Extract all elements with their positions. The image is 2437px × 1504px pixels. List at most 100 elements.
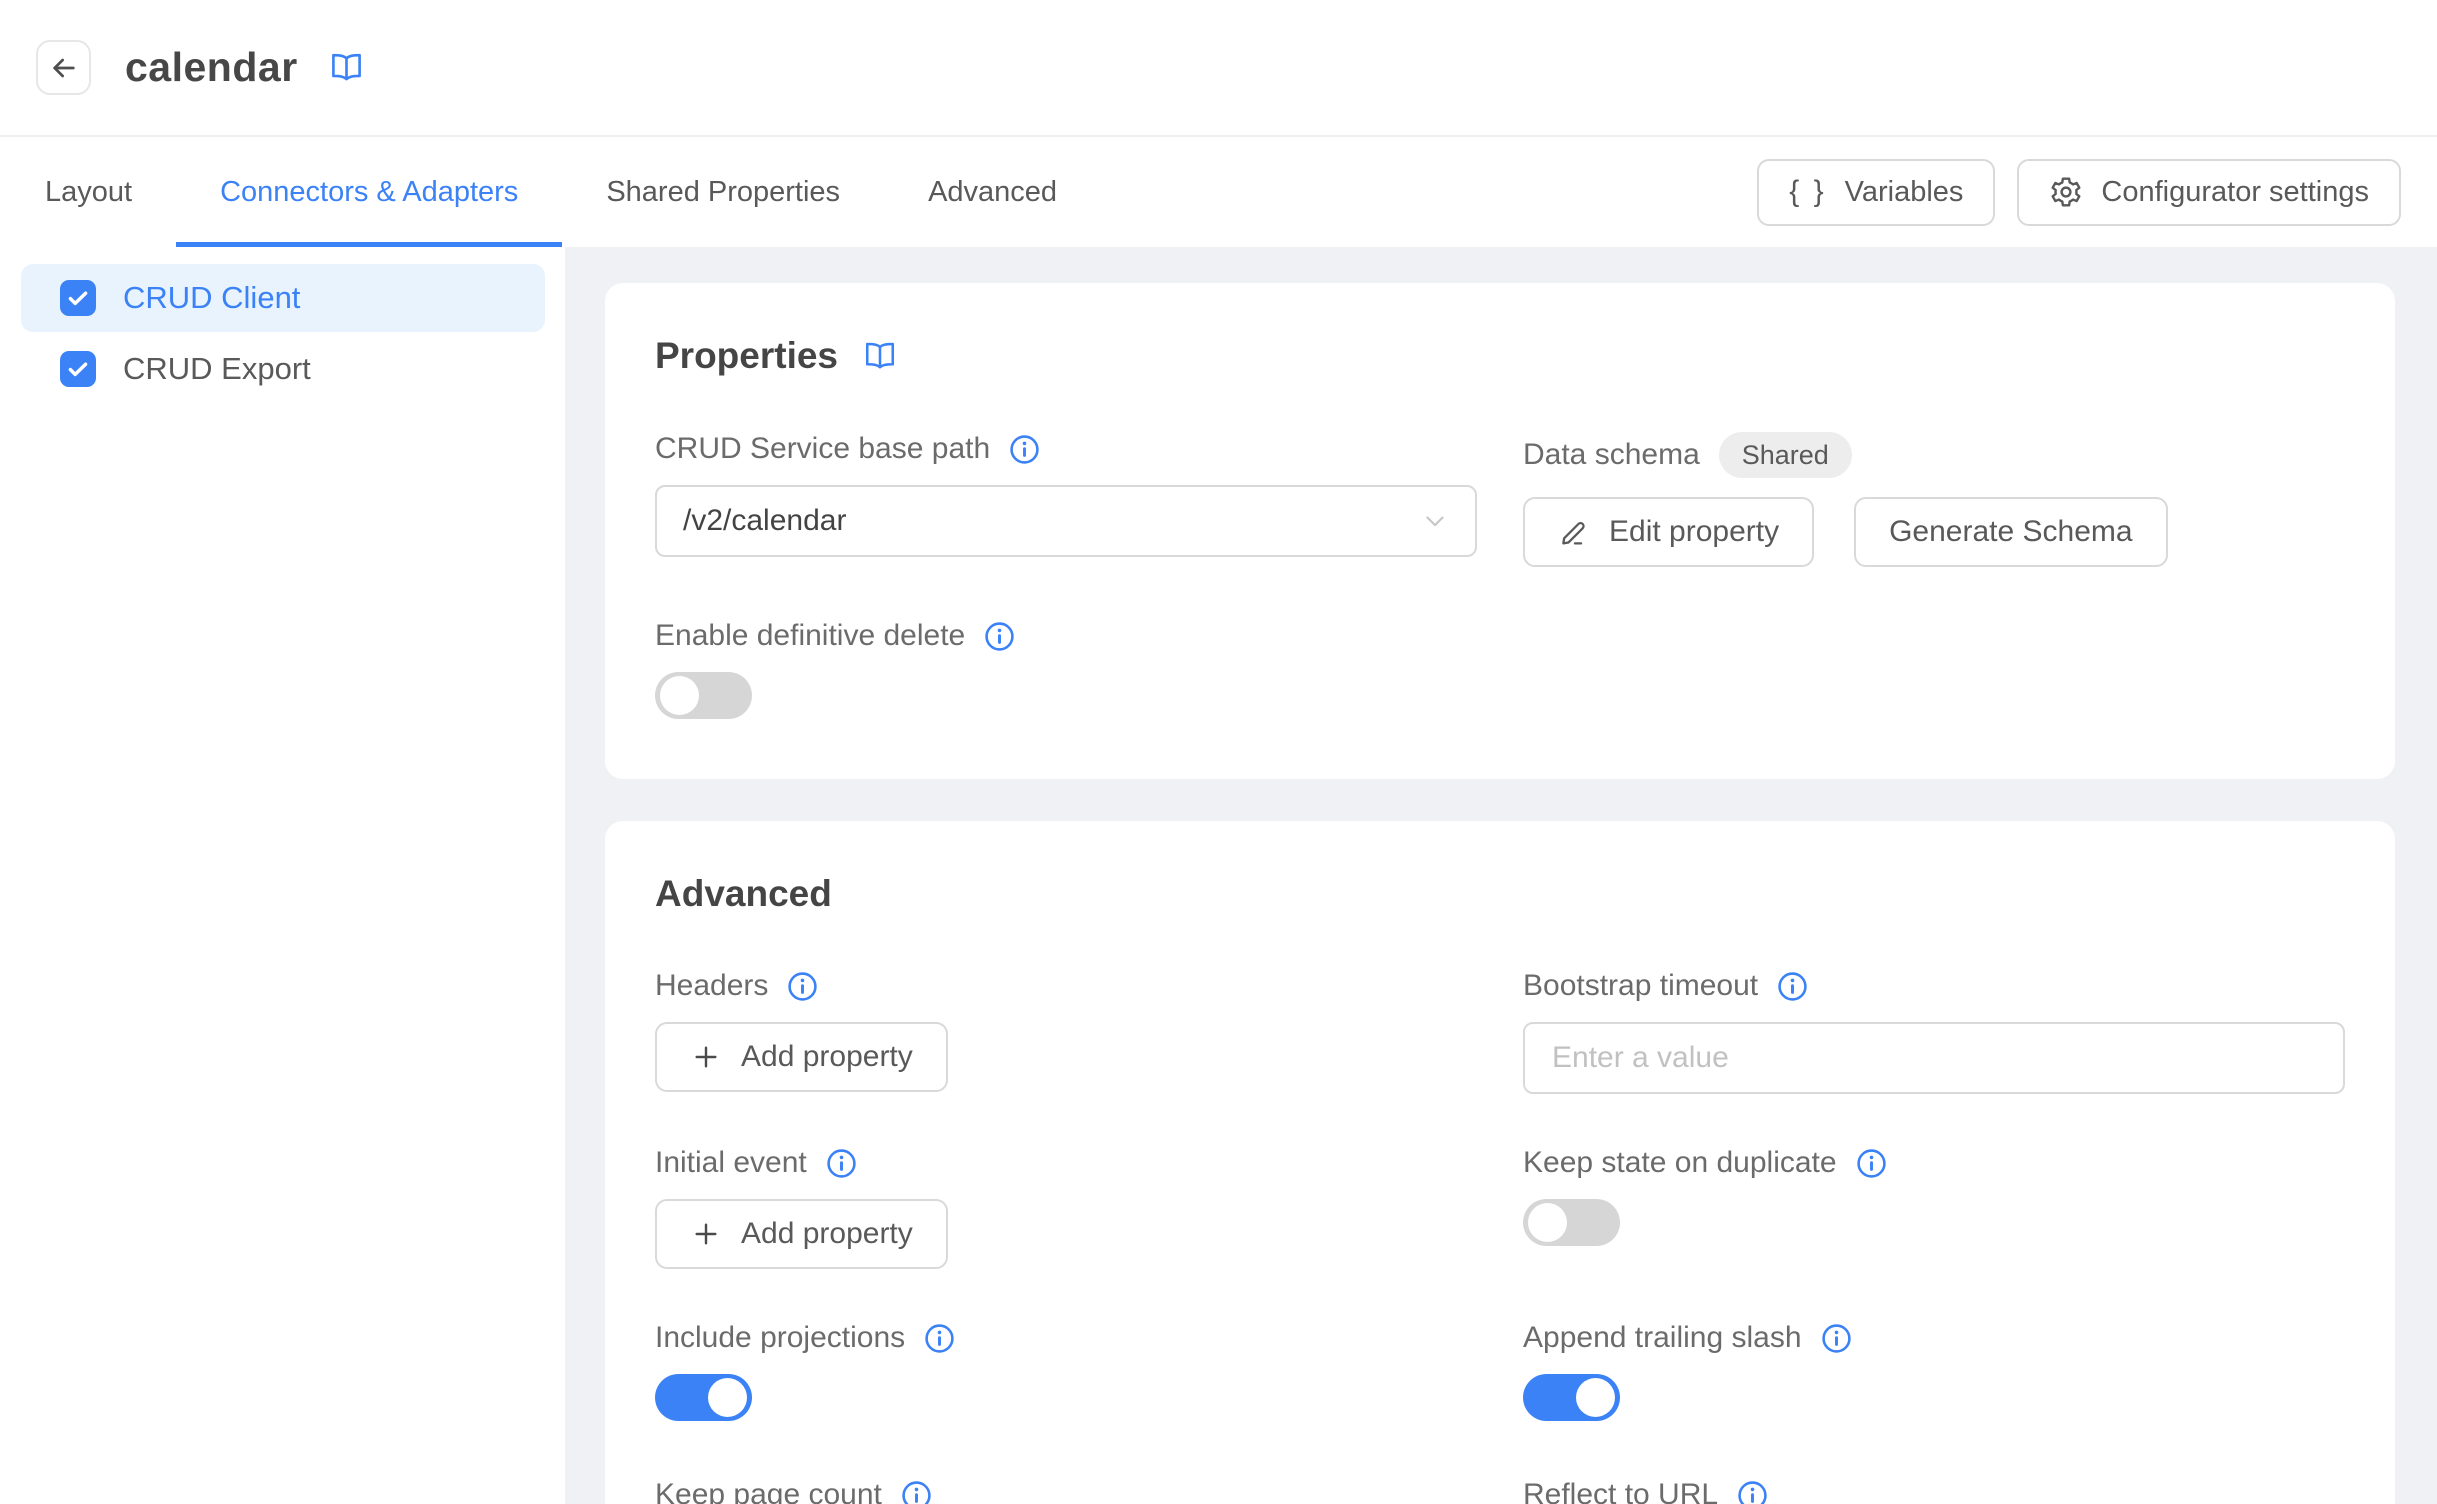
include-projections-toggle[interactable]: [655, 1374, 752, 1421]
info-icon[interactable]: [984, 621, 1015, 652]
headers-label-row: Headers: [655, 969, 1477, 1003]
sidebar-item-label: CRUD Client: [123, 280, 300, 316]
tab-layout[interactable]: Layout: [45, 137, 176, 247]
toggle-knob: [660, 676, 699, 715]
page-title: calendar: [125, 44, 298, 91]
field-label-text: Bootstrap timeout: [1523, 969, 1758, 1003]
check-icon: [65, 356, 91, 382]
main-panel: Properties CRUD Service base path /v2/ca…: [565, 247, 2437, 1504]
plus-icon: [690, 1041, 722, 1073]
data-schema-label-row: Data schema Shared: [1523, 432, 2345, 478]
info-icon[interactable]: [1821, 1323, 1852, 1354]
include-projections-field: Include projections: [655, 1321, 1477, 1426]
button-label: Add property: [741, 1217, 913, 1251]
info-icon[interactable]: [826, 1148, 857, 1179]
checkbox-crud-client[interactable]: [60, 280, 96, 316]
arrow-left-icon: [48, 52, 80, 84]
toggle-knob: [1528, 1203, 1567, 1242]
advanced-card-title: Advanced: [655, 873, 2345, 915]
docs-book-icon[interactable]: [862, 338, 898, 374]
tab-label: Connectors & Adapters: [220, 176, 518, 209]
field-label-text: Reflect to URL: [1523, 1478, 1718, 1504]
card-title-text: Advanced: [655, 873, 832, 915]
initial-event-add-property-button[interactable]: Add property: [655, 1199, 948, 1269]
shared-badge: Shared: [1719, 432, 1852, 478]
info-icon[interactable]: [1009, 434, 1040, 465]
tab-label: Shared Properties: [606, 176, 840, 209]
bootstrap-timeout-input[interactable]: [1523, 1022, 2345, 1094]
info-icon[interactable]: [1856, 1148, 1887, 1179]
append-trailing-slash-toggle[interactable]: [1523, 1374, 1620, 1421]
button-label: Edit property: [1609, 515, 1779, 549]
bootstrap-timeout-field: Bootstrap timeout: [1523, 969, 2345, 1094]
base-path-label-row: CRUD Service base path: [655, 432, 1477, 466]
toggle-knob: [708, 1378, 747, 1417]
keep-state-label-row: Keep state on duplicate: [1523, 1146, 2345, 1180]
back-button[interactable]: [36, 40, 91, 95]
tab-connectors-adapters[interactable]: Connectors & Adapters: [176, 137, 562, 247]
chevron-down-icon: [1421, 507, 1449, 535]
field-label-text: Keep page count: [655, 1478, 882, 1504]
gear-icon: [2049, 175, 2083, 209]
sidebar-item-crud-client[interactable]: CRUD Client: [21, 264, 545, 332]
docs-book-icon[interactable]: [328, 49, 365, 86]
info-icon[interactable]: [1777, 971, 1808, 1002]
initial-event-label-row: Initial event: [655, 1146, 1477, 1180]
properties-card-title: Properties: [655, 335, 2345, 377]
page-header: calendar: [0, 0, 2437, 137]
keep-state-field: Keep state on duplicate: [1523, 1146, 2345, 1269]
info-icon[interactable]: [787, 971, 818, 1002]
button-label: Generate Schema: [1889, 515, 2132, 549]
content-area: CRUD Client CRUD Export Properties: [0, 247, 2437, 1504]
variables-button[interactable]: { } Variables: [1757, 159, 1995, 226]
base-path-selected-value: /v2/calendar: [683, 504, 846, 538]
info-icon[interactable]: [924, 1323, 955, 1354]
info-icon[interactable]: [901, 1480, 932, 1504]
field-label-text: Include projections: [655, 1321, 905, 1355]
curly-braces-icon: { }: [1789, 175, 1826, 209]
field-label-text: Headers: [655, 969, 768, 1003]
field-label-text: Data schema: [1523, 438, 1700, 472]
headers-add-property-button[interactable]: Add property: [655, 1022, 948, 1092]
tab-shared-properties[interactable]: Shared Properties: [562, 137, 884, 247]
advanced-card: Advanced Headers Add propert: [605, 821, 2395, 1504]
reflect-to-url-label-row: Reflect to URL: [1523, 1478, 2345, 1504]
toggle-knob: [1576, 1378, 1615, 1417]
generate-schema-button[interactable]: Generate Schema: [1854, 497, 2167, 567]
reflect-to-url-field: Reflect to URL: [1523, 1478, 2345, 1504]
field-label-text: CRUD Service base path: [655, 432, 990, 466]
configurator-settings-button[interactable]: Configurator settings: [2017, 159, 2401, 226]
edit-property-button[interactable]: Edit property: [1523, 497, 1814, 567]
keep-page-count-field: Keep page count: [655, 1478, 1477, 1504]
keep-state-toggle[interactable]: [1523, 1199, 1620, 1246]
toolbar: { } Variables Configurator settings: [1757, 159, 2401, 226]
properties-card: Properties CRUD Service base path /v2/ca…: [605, 283, 2395, 779]
tab-bar: Layout Connectors & Adapters Shared Prop…: [0, 137, 2437, 247]
data-schema-field: Data schema Shared Edit property Generat…: [1523, 432, 2345, 567]
settings-button-label: Configurator settings: [2101, 176, 2369, 209]
initial-event-field: Initial event Add property: [655, 1146, 1477, 1269]
pencil-icon: [1558, 516, 1590, 548]
card-title-text: Properties: [655, 335, 838, 377]
sidebar-item-label: CRUD Export: [123, 351, 311, 387]
base-path-field: CRUD Service base path /v2/calendar: [655, 432, 1477, 567]
append-trailing-slash-field: Append trailing slash: [1523, 1321, 2345, 1426]
check-icon: [65, 285, 91, 311]
checkbox-crud-export[interactable]: [60, 351, 96, 387]
field-label-text: Enable definitive delete: [655, 619, 965, 653]
data-schema-buttons: Edit property Generate Schema: [1523, 497, 2345, 567]
keep-page-count-label-row: Keep page count: [655, 1478, 1477, 1504]
field-label-text: Keep state on duplicate: [1523, 1146, 1837, 1180]
tab-advanced[interactable]: Advanced: [884, 137, 1101, 247]
button-label: Add property: [741, 1040, 913, 1074]
info-icon[interactable]: [1737, 1480, 1768, 1504]
field-label-text: Initial event: [655, 1146, 807, 1180]
tab-label: Advanced: [928, 176, 1057, 209]
variables-button-label: Variables: [1845, 176, 1964, 209]
append-trailing-slash-label-row: Append trailing slash: [1523, 1321, 2345, 1355]
include-projections-label-row: Include projections: [655, 1321, 1477, 1355]
definitive-delete-toggle[interactable]: [655, 672, 752, 719]
base-path-select[interactable]: /v2/calendar: [655, 485, 1477, 557]
tabs: Layout Connectors & Adapters Shared Prop…: [45, 137, 1101, 247]
sidebar-item-crud-export[interactable]: CRUD Export: [21, 335, 545, 403]
